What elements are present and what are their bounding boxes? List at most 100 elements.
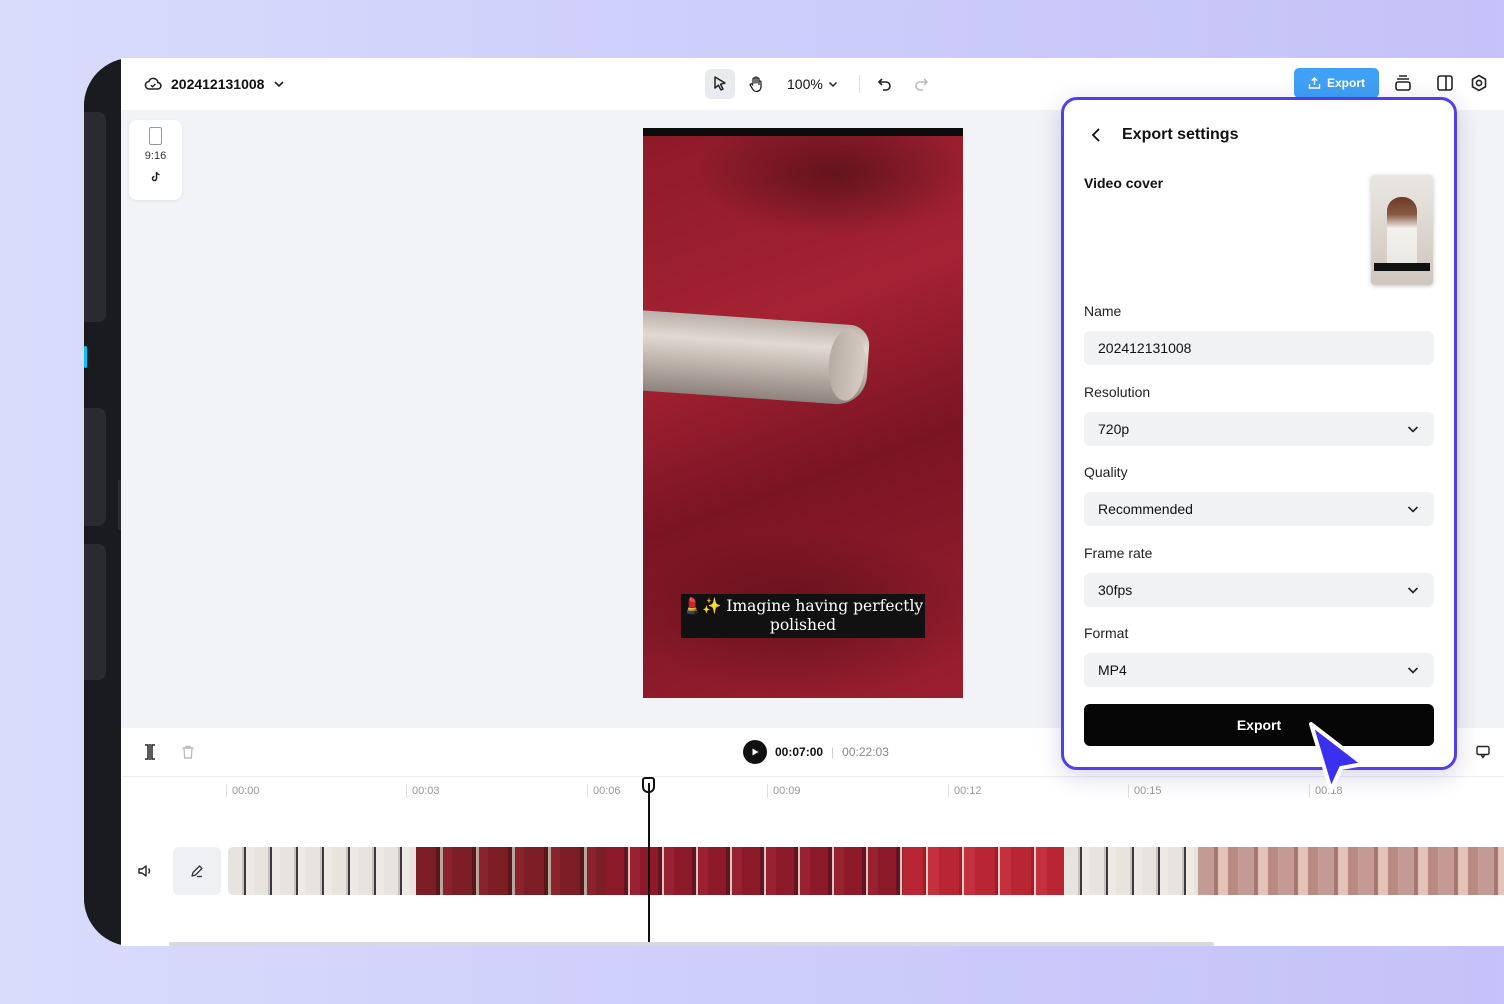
project-name: 202412131008 — [171, 76, 265, 92]
pointer-icon — [714, 76, 726, 91]
name-input[interactable]: 202412131008 — [1084, 331, 1434, 365]
playhead-line[interactable] — [648, 783, 650, 943]
ruler-tick: 00:00 — [226, 784, 260, 798]
panel-title: Export settings — [1122, 126, 1239, 143]
cover-caption-bar — [1374, 263, 1430, 271]
framerate-label: Frame rate — [1084, 545, 1153, 561]
ruler-tick: 00:15 — [1128, 784, 1162, 798]
project-title-group[interactable]: 202412131008 — [143, 72, 286, 96]
settings-button[interactable] — [1468, 72, 1490, 94]
resolution-label: Resolution — [1084, 384, 1151, 400]
resolution-select[interactable]: 720p — [1084, 412, 1434, 446]
rail-panel-top — [84, 112, 106, 322]
ruler-tick: 00:12 — [948, 784, 982, 798]
split-panel-icon — [1437, 75, 1453, 91]
framerate-select[interactable]: 30fps — [1084, 573, 1434, 607]
playback-controls: 00:07:00 | 00:22:03 — [743, 740, 889, 764]
time-divider: | — [831, 745, 835, 759]
undo-button[interactable] — [870, 69, 900, 99]
panel-header: Export settings — [1088, 126, 1238, 144]
clip-thumbnails-red-1[interactable] — [416, 847, 606, 895]
export-settings-panel: Export settings Video cover Name 2024121… — [1061, 97, 1457, 770]
trash-icon — [182, 745, 194, 759]
rail-panel-middle — [84, 408, 106, 526]
gear-icon — [1471, 74, 1487, 92]
hand-icon — [749, 76, 762, 93]
layers-button[interactable] — [1392, 72, 1414, 94]
clip-thumbnails-pink[interactable] — [1198, 847, 1504, 895]
total-time: 00:22:03 — [842, 745, 889, 759]
redo-button[interactable] — [906, 69, 936, 99]
play-icon — [752, 748, 759, 756]
video-subject-object — [643, 309, 871, 407]
pencil-icon — [191, 865, 203, 878]
header-export-button[interactable]: Export — [1294, 68, 1379, 98]
mute-track-button[interactable] — [135, 861, 155, 881]
chevron-down-icon — [1407, 587, 1419, 594]
layers-icon — [1395, 75, 1411, 91]
quality-label: Quality — [1084, 464, 1128, 480]
cloud-icon — [143, 74, 163, 94]
speaker-icon — [138, 865, 151, 877]
name-label: Name — [1084, 303, 1122, 319]
quality-select[interactable]: Recommended — [1084, 492, 1434, 526]
delete-button[interactable] — [178, 742, 198, 762]
video-cover-thumbnail[interactable] — [1371, 175, 1433, 285]
canvas-tools: 100% — [705, 68, 936, 100]
video-subject-cap — [826, 327, 868, 402]
comment-button[interactable] — [1473, 742, 1493, 762]
left-rail — [84, 58, 121, 946]
tiktok-icon — [151, 171, 160, 182]
resolution-value: 720p — [1098, 421, 1130, 437]
zoom-dropdown[interactable]: 100% — [777, 76, 849, 92]
ruler-tick: 00:09 — [767, 784, 801, 798]
ruler-tick: 00:03 — [406, 784, 440, 798]
aspect-ratio-card[interactable]: 9:16 — [129, 120, 182, 200]
panel-layout-button[interactable] — [1434, 72, 1456, 94]
chevron-down-icon — [1407, 667, 1419, 674]
zoom-level: 100% — [787, 76, 823, 92]
format-value: MP4 — [1098, 662, 1127, 678]
video-letterbox — [643, 128, 963, 136]
aspect-ratio-label: 9:16 — [144, 150, 167, 162]
rail-accent-indicator — [84, 346, 87, 368]
hand-tool-button[interactable] — [741, 69, 771, 99]
mouse-cursor-icon — [1309, 722, 1365, 792]
comment-icon — [1476, 745, 1490, 759]
video-cover-label: Video cover — [1084, 175, 1164, 191]
toolbar-divider — [858, 75, 860, 93]
framerate-value: 30fps — [1098, 582, 1133, 598]
timeline-scrollbar[interactable] — [169, 942, 1214, 946]
split-button[interactable] — [140, 742, 160, 762]
clip-thumbnails-red-3[interactable] — [903, 847, 1064, 895]
chevron-down-icon — [1407, 506, 1419, 513]
format-select[interactable]: MP4 — [1084, 653, 1434, 687]
redo-icon — [915, 78, 928, 91]
portrait-ratio-icon — [149, 127, 162, 145]
name-input-value: 202412131008 — [1098, 340, 1192, 356]
split-icon — [145, 744, 155, 760]
clip-thumbnails-red-2[interactable] — [606, 847, 903, 895]
chevron-down-icon — [828, 81, 837, 88]
cover-person-figure — [1387, 197, 1417, 267]
video-preview[interactable]: 💄✨ Imagine having perfectly polished — [643, 128, 963, 698]
export-button[interactable]: Export — [1084, 704, 1434, 746]
upload-icon — [1308, 76, 1321, 89]
edit-cover-button[interactable] — [173, 847, 221, 895]
timeline-area[interactable]: 00:00 00:03 00:06 00:09 00:12 00:15 00:1… — [121, 776, 1504, 946]
select-tool-button[interactable] — [705, 69, 735, 99]
format-label: Format — [1084, 625, 1129, 641]
chevron-down-icon — [272, 77, 286, 91]
current-time: 00:07:00 — [775, 745, 824, 759]
ruler-tick: 00:06 — [587, 784, 621, 798]
chevron-down-icon — [1407, 426, 1419, 433]
header-export-label: Export — [1326, 76, 1365, 90]
quality-value: Recommended — [1098, 501, 1193, 517]
clip-thumbnails-intro[interactable] — [228, 847, 416, 895]
clip-thumbnails-white[interactable] — [1064, 847, 1198, 895]
play-button[interactable] — [743, 740, 767, 764]
back-arrow-icon[interactable] — [1088, 126, 1106, 144]
video-caption[interactable]: 💄✨ Imagine having perfectly polished — [681, 594, 925, 638]
video-track[interactable] — [228, 847, 1504, 895]
rail-panel-bottom — [84, 544, 106, 680]
